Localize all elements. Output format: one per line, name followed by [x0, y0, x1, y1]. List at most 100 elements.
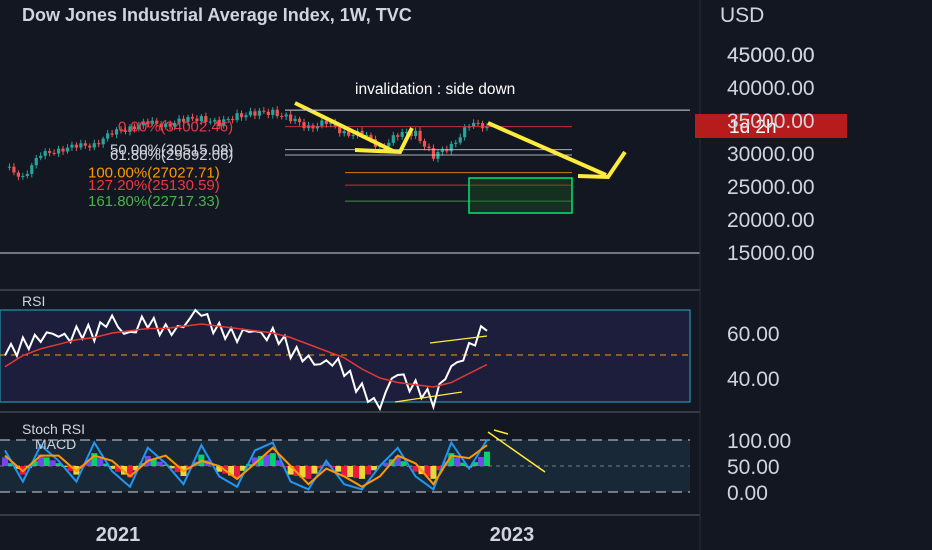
candle-body [43, 151, 47, 156]
candle-body [449, 143, 453, 152]
candle-body [239, 113, 244, 118]
candle-body [244, 115, 248, 118]
macd-histogram-bar [156, 461, 163, 466]
candle-body [101, 138, 105, 145]
macd-histogram-bar [97, 458, 104, 466]
target-zone [468, 177, 573, 214]
macd-histogram-bar [234, 466, 241, 478]
stoch-title: Stoch RSI [22, 421, 85, 437]
candle-body [79, 143, 83, 148]
candle-body [16, 172, 20, 177]
candle-body [342, 131, 346, 134]
candle-body [302, 122, 306, 129]
candle-body [48, 151, 52, 153]
price-axis-label: 15000.00 [727, 242, 815, 265]
candle-body [110, 133, 114, 135]
candle-body [427, 146, 431, 149]
candle-body [21, 175, 25, 177]
candle-body [70, 144, 74, 148]
candle-body [30, 165, 34, 174]
macd-histogram-bar [364, 466, 371, 475]
candle-body [400, 132, 404, 137]
candle-body [257, 110, 261, 116]
fib-label: 161.80%(22717.33) [88, 193, 220, 210]
macd-histogram-bar [478, 456, 485, 466]
candle-body [396, 135, 400, 137]
macd-histogram-bar [347, 466, 354, 477]
candle-body [280, 116, 284, 118]
candle-body [235, 113, 239, 121]
price-axis-label: 20000.00 [727, 209, 815, 232]
candle-body [320, 120, 324, 126]
candle-body [83, 143, 87, 146]
stoch-axis-label: 100.00 [727, 430, 791, 453]
candle-body [262, 110, 266, 112]
price-axis-label: 35000.00 [727, 110, 815, 133]
macd-histogram-bar [484, 451, 490, 466]
fib-label: 61.80%(29692.06) [110, 147, 233, 164]
candle-body [480, 123, 485, 129]
candle-body [248, 111, 253, 116]
candle-body [97, 143, 101, 145]
symbol-title: Dow Jones Industrial Average Index, 1W, … [22, 5, 412, 25]
price-axis-label: 30000.00 [727, 143, 815, 166]
rsi-axis-label: 40.00 [727, 368, 780, 391]
macd-histogram-bar [430, 466, 437, 479]
candle-body [297, 118, 302, 123]
macd-histogram-bar [359, 466, 366, 479]
macd-histogram-bar [335, 466, 342, 472]
currency-label: USD [720, 4, 764, 27]
candle-body [293, 118, 297, 122]
candle-body [65, 147, 70, 152]
candle-body [74, 144, 79, 148]
macd-histogram-bar [311, 466, 318, 474]
candle-body [289, 114, 293, 122]
macd-title: MACD [35, 436, 76, 452]
candle-body [351, 135, 355, 137]
candle-body [463, 127, 467, 138]
candle-body [25, 173, 29, 176]
candle-body [106, 133, 110, 139]
rsi-title: RSI [22, 293, 45, 309]
candle-body [476, 122, 480, 124]
candle-body [422, 140, 427, 147]
candle-body [271, 109, 275, 115]
fib-label: 127.20%(25130.59) [88, 177, 220, 194]
fib-label: 0.00%(34002.46) [118, 119, 233, 136]
price-axis-label-top: 45000.00 [727, 44, 815, 67]
candle-body [253, 111, 257, 116]
candle-body [92, 143, 96, 148]
candle-body [88, 145, 92, 148]
candle-body [454, 142, 458, 144]
candle-body [418, 130, 422, 141]
macd-histogram-bar [353, 466, 360, 478]
candle-body [56, 148, 61, 154]
candle-body [472, 122, 476, 127]
candle-body [61, 148, 65, 152]
candle-body [413, 130, 418, 137]
candle-body [387, 142, 391, 147]
candle-body [39, 155, 43, 158]
macd-histogram-bar [454, 457, 461, 466]
stoch-axis-label: 0.00 [727, 482, 768, 505]
time-axis-label: 2023 [490, 524, 535, 546]
macd-histogram-bar [269, 453, 276, 466]
chart-canvas[interactable]: 0.00%(34002.46)50.00%(30515.08)61.80%(29… [0, 0, 932, 550]
candle-body [284, 114, 288, 117]
price-axis-label: 25000.00 [727, 176, 815, 199]
candle-body [458, 137, 462, 143]
macd-histogram-bar [263, 454, 270, 466]
candle-body [52, 152, 56, 154]
candle-body [7, 166, 12, 168]
rsi-axis-label: 60.00 [727, 323, 780, 346]
candle-body [275, 109, 279, 117]
invalidation-label: invalidation : side down [355, 81, 515, 98]
macd-histogram-bar [43, 457, 50, 466]
candle-body [12, 166, 16, 173]
stoch-axis-label: 50.00 [727, 456, 780, 479]
candle-body [34, 157, 38, 166]
time-axis-label: 2021 [96, 524, 141, 546]
macd-histogram-bar [305, 466, 312, 479]
macd-histogram-bar [49, 460, 56, 466]
candle-body [266, 111, 270, 115]
